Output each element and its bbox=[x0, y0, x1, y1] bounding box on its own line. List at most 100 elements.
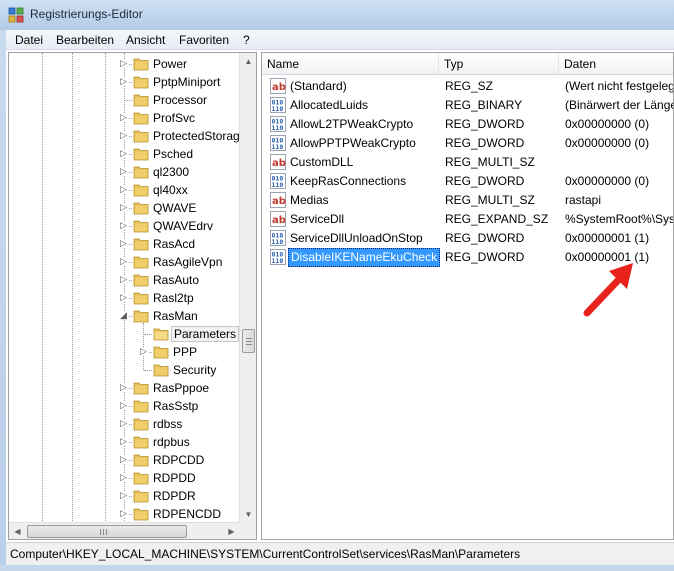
value-row[interactable]: 010 110 KeepRasConnections REG_DWORD 0x00000… bbox=[262, 172, 673, 191]
tree-item-ql2300[interactable]: ▷ ql2300 bbox=[9, 163, 240, 181]
value-name[interactable]: DisableIKENameEkuCheck bbox=[288, 248, 441, 267]
expand-arrow-icon[interactable]: ▷ bbox=[119, 455, 128, 464]
expand-arrow-icon[interactable]: ▷ bbox=[119, 437, 128, 446]
value-row[interactable]: ab Medias REG_MULTI_SZ rastapi bbox=[262, 191, 673, 210]
tree-vertical-scrollbar[interactable]: ▲ ▼ bbox=[239, 53, 256, 523]
tree-item-rdbss[interactable]: ▷ rdbss bbox=[9, 415, 240, 433]
menu-bearbeiten[interactable]: Bearbeiten bbox=[56, 33, 114, 47]
scroll-thumb[interactable] bbox=[242, 329, 255, 353]
tree-item-label[interactable]: rdbss bbox=[151, 416, 184, 432]
tree-item-label[interactable]: RDPENCDD bbox=[151, 506, 223, 522]
value-name[interactable]: KeepRasConnections bbox=[288, 172, 408, 191]
value-name[interactable]: (Standard) bbox=[288, 77, 349, 96]
tree-item-label[interactable]: ProfSvc bbox=[151, 110, 197, 126]
tree-item-label[interactable]: ProtectedStorage bbox=[151, 128, 240, 144]
expand-arrow-icon[interactable]: ▷ bbox=[119, 383, 128, 392]
tree-item-label[interactable]: RasSstp bbox=[151, 398, 200, 414]
expand-arrow-icon[interactable]: ▷ bbox=[119, 221, 128, 230]
tree-item-label[interactable]: RDPDD bbox=[151, 470, 198, 486]
tree-item-label[interactable]: Power bbox=[151, 56, 189, 72]
expand-arrow-icon[interactable]: ▷ bbox=[119, 473, 128, 482]
tree-item-security[interactable]: Security bbox=[9, 361, 240, 379]
expand-arrow-icon[interactable]: ▷ bbox=[119, 257, 128, 266]
expand-arrow-icon[interactable]: ▷ bbox=[139, 347, 148, 356]
expand-arrow-icon[interactable]: ▷ bbox=[119, 167, 128, 176]
expand-arrow-icon[interactable]: ▷ bbox=[119, 113, 128, 122]
menu-help[interactable]: ? bbox=[243, 33, 250, 47]
key-tree-pane[interactable]: ▷ Power ▷ PptpMiniport Processor ▷ ProfSvc ▷ Pro… bbox=[8, 52, 257, 540]
tree-item-rasman[interactable]: ◢ RasMan bbox=[9, 307, 240, 325]
scroll-left-icon[interactable]: ◀ bbox=[9, 523, 26, 539]
value-row[interactable]: 010 110 AllowL2TPWeakCrypto REG_DWORD 0x0000… bbox=[262, 115, 673, 134]
expand-arrow-icon[interactable]: ▷ bbox=[119, 401, 128, 410]
value-name[interactable]: Medias bbox=[288, 191, 331, 210]
tree-item-raspppoe[interactable]: ▷ RasPppoe bbox=[9, 379, 240, 397]
tree-item-rdpbus[interactable]: ▷ rdpbus bbox=[9, 433, 240, 451]
value-name[interactable]: ServiceDll bbox=[288, 210, 346, 229]
tree-item-label[interactable]: ql2300 bbox=[151, 164, 191, 180]
value-row[interactable]: 010 110 AllocatedLuids REG_BINARY (Binärwert… bbox=[262, 96, 673, 115]
expand-arrow-icon[interactable]: ▷ bbox=[119, 275, 128, 284]
menu-datei[interactable]: Datei bbox=[15, 33, 43, 47]
value-row[interactable]: ab CustomDLL REG_MULTI_SZ bbox=[262, 153, 673, 172]
value-name[interactable]: ServiceDllUnloadOnStop bbox=[288, 229, 425, 248]
tree-item-rasauto[interactable]: ▷ RasAuto bbox=[9, 271, 240, 289]
title-bar[interactable]: Registrierungs-Editor bbox=[0, 0, 674, 30]
tree-item-rassstp[interactable]: ▷ RasSstp bbox=[9, 397, 240, 415]
tree-item-rdpcdd[interactable]: ▷ RDPCDD bbox=[9, 451, 240, 469]
scroll-right-icon[interactable]: ▶ bbox=[223, 523, 240, 539]
tree-item-profsvc[interactable]: ▷ ProfSvc bbox=[9, 109, 240, 127]
value-name[interactable]: CustomDLL bbox=[288, 153, 355, 172]
expand-arrow-icon[interactable]: ▷ bbox=[119, 419, 128, 428]
tree-item-label[interactable]: QWAVEdrv bbox=[151, 218, 215, 234]
value-name[interactable]: AllowPPTPWeakCrypto bbox=[288, 134, 418, 153]
value-row[interactable]: 010 110 AllowPPTPWeakCrypto REG_DWORD 0x0000… bbox=[262, 134, 673, 153]
tree-item-label[interactable]: ql40xx bbox=[151, 182, 190, 198]
tree-item-rdpencdd[interactable]: ▷ RDPENCDD bbox=[9, 505, 240, 523]
tree-item-label[interactable]: PptpMiniport bbox=[151, 74, 222, 90]
expand-arrow-icon[interactable]: ▷ bbox=[119, 131, 128, 140]
tree-item-pptpminiport[interactable]: ▷ PptpMiniport bbox=[9, 73, 240, 91]
tree-item-rasagilevpn[interactable]: ▷ RasAgileVpn bbox=[9, 253, 240, 271]
tree-item-rasl2tp[interactable]: ▷ Rasl2tp bbox=[9, 289, 240, 307]
expand-arrow-icon[interactable]: ▷ bbox=[119, 185, 128, 194]
expand-arrow-icon[interactable]: ▷ bbox=[119, 239, 128, 248]
tree-item-label[interactable]: Psched bbox=[151, 146, 195, 162]
menu-ansicht[interactable]: Ansicht bbox=[126, 33, 165, 47]
tree-horizontal-scrollbar[interactable]: ◀ ▶ bbox=[9, 522, 240, 539]
tree-item-processor[interactable]: Processor bbox=[9, 91, 240, 109]
expand-arrow-icon[interactable]: ▷ bbox=[119, 491, 128, 500]
tree-item-label[interactable]: Processor bbox=[151, 92, 209, 108]
expand-arrow-icon[interactable]: ▷ bbox=[119, 149, 128, 158]
tree-item-label[interactable]: QWAVE bbox=[151, 200, 198, 216]
expand-arrow-icon[interactable]: ▷ bbox=[119, 59, 128, 68]
tree-item-protectedstorage[interactable]: ▷ ProtectedStorage bbox=[9, 127, 240, 145]
value-name[interactable]: AllocatedLuids bbox=[288, 96, 370, 115]
scroll-down-icon[interactable]: ▼ bbox=[240, 506, 256, 523]
tree-item-label[interactable]: RasAuto bbox=[151, 272, 201, 288]
expand-arrow-icon[interactable]: ▷ bbox=[119, 203, 128, 212]
expand-arrow-icon[interactable]: ▷ bbox=[119, 509, 128, 518]
value-row[interactable]: 010 110 ServiceDllUnloadOnStop REG_DWORD 0x0… bbox=[262, 229, 673, 248]
tree-item-power[interactable]: ▷ Power bbox=[9, 55, 240, 73]
expand-arrow-icon[interactable]: ▷ bbox=[119, 293, 128, 302]
tree-item-label[interactable]: rdpbus bbox=[151, 434, 192, 450]
scroll-thumb-horizontal[interactable] bbox=[27, 525, 187, 538]
column-header-data[interactable]: Daten bbox=[559, 53, 673, 75]
value-row[interactable]: ab ServiceDll REG_EXPAND_SZ %SystemRoot%\Sy… bbox=[262, 210, 673, 229]
menu-favoriten[interactable]: Favoriten bbox=[179, 33, 229, 47]
tree-item-qwavedrv[interactable]: ▷ QWAVEdrv bbox=[9, 217, 240, 235]
column-header-type[interactable]: Typ bbox=[439, 53, 559, 75]
collapse-arrow-icon[interactable]: ◢ bbox=[119, 311, 128, 320]
tree-item-label[interactable]: RDPCDD bbox=[151, 452, 206, 468]
tree-item-label[interactable]: RasAcd bbox=[151, 236, 197, 252]
tree-item-psched[interactable]: ▷ Psched bbox=[9, 145, 240, 163]
tree-item-label[interactable]: RDPDR bbox=[151, 488, 198, 504]
tree-item-parameters[interactable]: Parameters bbox=[9, 325, 240, 343]
tree-item-label[interactable]: RasPppoe bbox=[151, 380, 211, 396]
value-name[interactable]: AllowL2TPWeakCrypto bbox=[288, 115, 415, 134]
tree-item-label[interactable]: PPP bbox=[171, 344, 199, 360]
tree-item-label[interactable]: Parameters bbox=[171, 326, 240, 342]
column-header-name[interactable]: Name bbox=[262, 53, 439, 75]
tree-item-rdpdr[interactable]: ▷ RDPDR bbox=[9, 487, 240, 505]
